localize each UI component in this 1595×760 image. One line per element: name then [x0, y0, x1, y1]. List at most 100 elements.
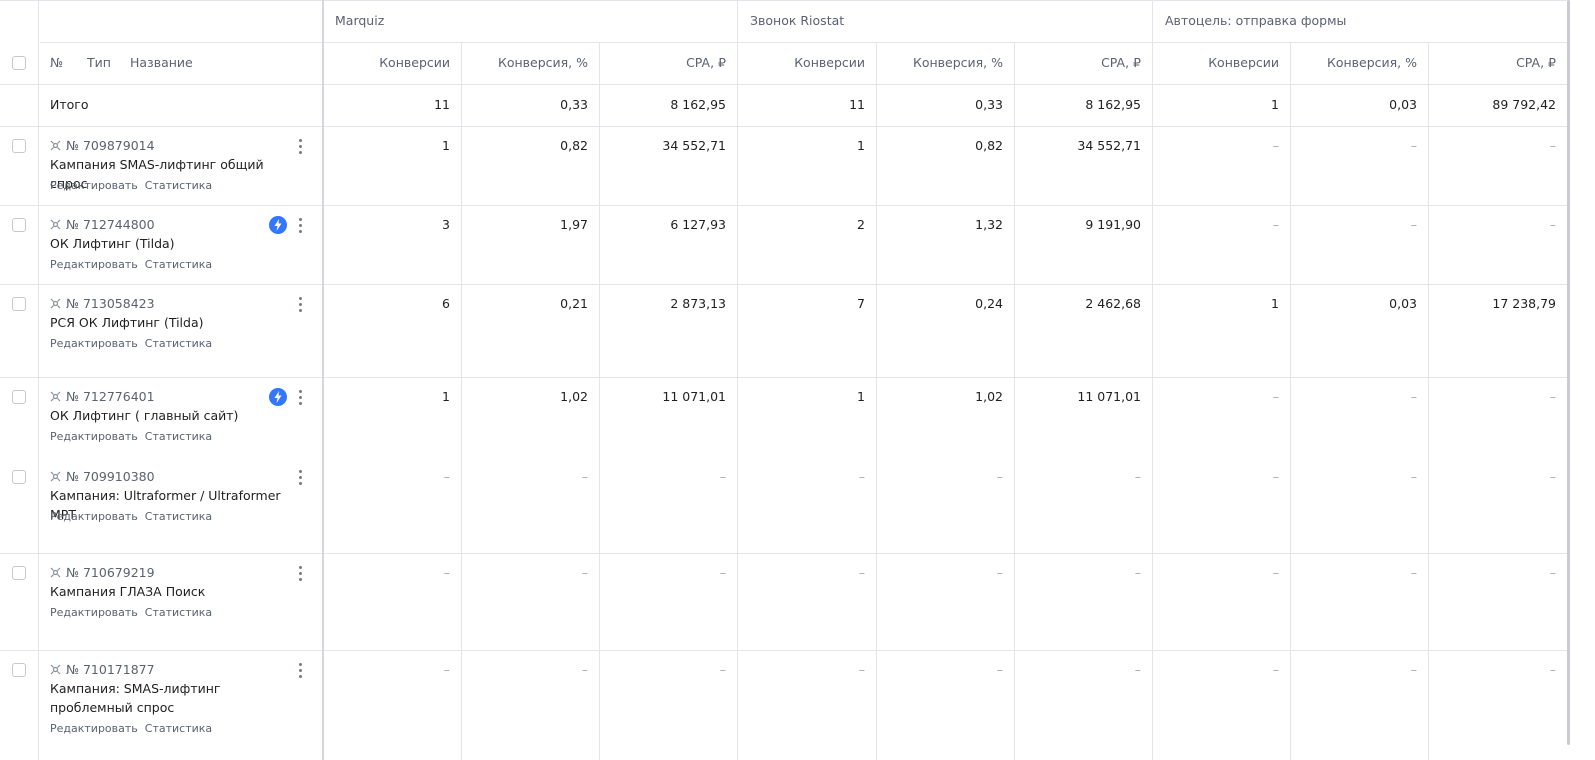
campaign-name[interactable]: Кампания ГЛАЗА Поиск [50, 582, 298, 601]
row-checkbox[interactable] [12, 566, 26, 580]
metric-cell: – [1410, 662, 1417, 677]
column-header-metric[interactable]: Конверсии [323, 42, 461, 84]
edit-link[interactable]: Редактировать [50, 337, 138, 350]
row-checkbox[interactable] [12, 297, 26, 311]
row-checkbox[interactable] [12, 218, 26, 232]
metric-cell: – [1272, 389, 1279, 404]
more-options-icon[interactable] [296, 218, 304, 236]
statistics-link[interactable]: Статистика [145, 258, 212, 271]
more-options-icon[interactable] [296, 470, 304, 488]
column-header-name[interactable]: Название [130, 42, 193, 84]
divider [0, 205, 1567, 206]
campaign-name[interactable]: РСЯ ОК Лифтинг (Tilda) [50, 313, 298, 332]
scrollbar-track[interactable] [1567, 0, 1595, 760]
metric-cell: 0,82 [975, 138, 1003, 153]
column-header-metric[interactable]: Конверсия, % [1290, 42, 1428, 84]
metric-cell: – [858, 469, 865, 484]
column-header-type[interactable]: Тип [87, 42, 111, 84]
statistics-link[interactable]: Статистика [145, 510, 212, 523]
metric-cell: – [996, 565, 1003, 580]
metric-cell: – [1134, 662, 1141, 677]
metric-cell: – [581, 469, 588, 484]
more-options-icon[interactable] [296, 139, 304, 157]
campaign-id-text: № 713058423 [66, 296, 155, 311]
campaign-id: № 709879014 [50, 138, 155, 153]
autostrategy-bolt-icon[interactable] [269, 216, 287, 234]
row-checkbox[interactable] [12, 139, 26, 153]
column-header-metric[interactable]: Конверсии [737, 42, 876, 84]
statistics-link[interactable]: Статистика [145, 179, 212, 192]
divider [0, 84, 1567, 85]
metric-cell: 0,03 [1389, 296, 1417, 311]
metric-cell: – [1549, 389, 1556, 404]
metric-cell: – [719, 565, 726, 580]
totals-value: 11 [434, 97, 450, 112]
more-options-icon[interactable] [296, 390, 304, 408]
divider [0, 284, 1567, 285]
campaign-type-icon [50, 566, 61, 578]
row-checkbox[interactable] [12, 390, 26, 404]
divider [322, 0, 324, 760]
campaign-type-icon [50, 663, 61, 675]
metric-cell: 9 191,90 [1085, 217, 1141, 232]
edit-link[interactable]: Редактировать [50, 606, 138, 619]
column-header-metric[interactable]: Конверсии [1152, 42, 1290, 84]
totals-value: 8 162,95 [670, 97, 726, 112]
more-options-icon[interactable] [296, 297, 304, 315]
metric-cell: – [1272, 662, 1279, 677]
more-options-icon[interactable] [296, 663, 304, 681]
metric-cell: – [1134, 565, 1141, 580]
totals-value: 1 [1271, 97, 1279, 112]
metric-cell: 1 [857, 138, 865, 153]
edit-link[interactable]: Редактировать [50, 179, 138, 192]
metric-cell: – [858, 565, 865, 580]
metric-cell: – [1272, 469, 1279, 484]
column-header-metric[interactable]: Конверсия, % [876, 42, 1014, 84]
metric-cell: – [1549, 469, 1556, 484]
campaign-id-text: № 712776401 [66, 389, 155, 404]
metric-cell: – [1549, 138, 1556, 153]
statistics-link[interactable]: Статистика [145, 337, 212, 350]
campaign-name[interactable]: Кампания: SMAS-лифтинг проблемный спрос [50, 679, 298, 717]
autostrategy-bolt-icon[interactable] [269, 388, 287, 406]
metric-cell: – [443, 469, 450, 484]
metric-cell: 1,97 [560, 217, 588, 232]
scrollbar-thumb[interactable] [1567, 0, 1570, 745]
metric-cell: – [1410, 389, 1417, 404]
group-header-riostat: Звонок Riostat [750, 13, 845, 28]
metric-cell: – [443, 565, 450, 580]
metric-cell: – [443, 662, 450, 677]
edit-link[interactable]: Редактировать [50, 510, 138, 523]
divider [737, 0, 738, 760]
totals-value: 89 792,42 [1492, 97, 1556, 112]
column-header-metric[interactable]: CPA, ₽ [1014, 42, 1152, 84]
metric-cell: 34 552,71 [1077, 138, 1141, 153]
divider [0, 553, 1567, 554]
campaign-id: № 710171877 [50, 662, 155, 677]
campaign-links: Редактировать Статистика [50, 606, 219, 619]
campaign-name[interactable]: ОК Лифтинг (Tilda) [50, 234, 298, 253]
more-options-icon[interactable] [296, 566, 304, 584]
edit-link[interactable]: Редактировать [50, 258, 138, 271]
edit-link[interactable]: Редактировать [50, 430, 138, 443]
statistics-link[interactable]: Статистика [145, 606, 212, 619]
statistics-link[interactable]: Статистика [145, 430, 212, 443]
row-checkbox[interactable] [12, 470, 26, 484]
campaign-type-icon [50, 297, 61, 309]
statistics-link[interactable]: Статистика [145, 722, 212, 735]
column-header-metric[interactable]: Конверсия, % [461, 42, 599, 84]
column-header-metric[interactable]: CPA, ₽ [599, 42, 737, 84]
campaign-id: № 709910380 [50, 469, 155, 484]
totals-value: 0,03 [1389, 97, 1417, 112]
edit-link[interactable]: Редактировать [50, 722, 138, 735]
campaign-name[interactable]: ОК Лифтинг ( главный сайт) [50, 406, 298, 425]
campaign-id-text: № 709910380 [66, 469, 155, 484]
column-header-metric[interactable]: CPA, ₽ [1428, 42, 1567, 84]
campaign-id-text: № 709879014 [66, 138, 155, 153]
select-all-checkbox[interactable] [12, 56, 26, 70]
row-checkbox[interactable] [12, 663, 26, 677]
column-header-number[interactable]: № [50, 42, 63, 84]
divider [1152, 0, 1153, 760]
metric-cell: 17 238,79 [1492, 296, 1556, 311]
metric-cell: 2 [857, 217, 865, 232]
